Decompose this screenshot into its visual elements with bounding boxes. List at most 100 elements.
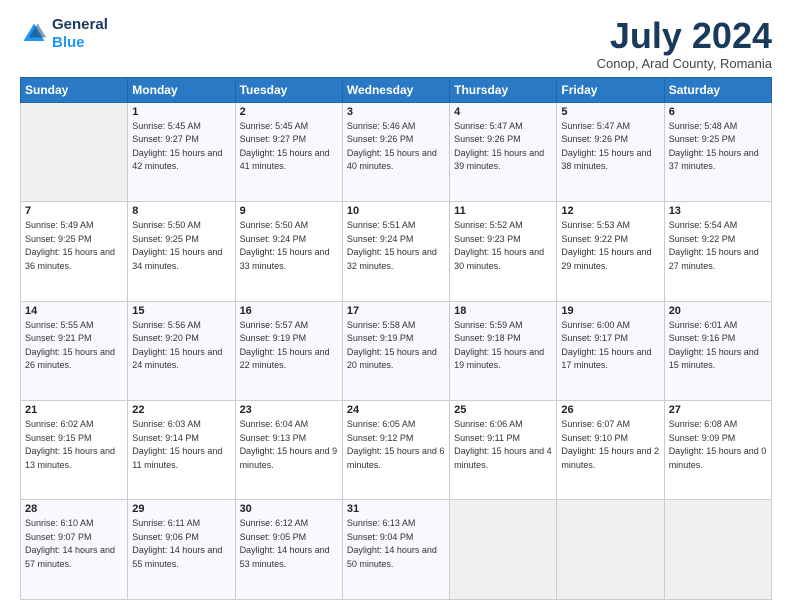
logo-line2: Blue [52, 34, 85, 51]
day-number: 4 [454, 106, 552, 118]
calendar-cell: 23 Sunrise: 6:04 AMSunset: 9:13 PMDayligh… [235, 401, 342, 500]
weekday-header: Thursday [450, 77, 557, 102]
day-info: Sunrise: 5:55 AMSunset: 9:21 PMDaylight:… [25, 319, 123, 373]
day-info: Sunrise: 5:50 AMSunset: 9:24 PMDaylight:… [240, 219, 338, 273]
day-number: 13 [669, 205, 767, 217]
day-number: 27 [669, 404, 767, 416]
calendar-cell: 17 Sunrise: 5:58 AMSunset: 9:19 PMDayligh… [342, 301, 449, 400]
day-number: 20 [669, 305, 767, 317]
calendar-cell: 19Sunrise: 6:00 AMSunset: 9:17 PMDayligh… [557, 301, 664, 400]
calendar-cell [450, 500, 557, 600]
calendar-cell: 28 Sunrise: 6:10 AMSunset: 9:07 PMDayligh… [21, 500, 128, 600]
weekday-header: Sunday [21, 77, 128, 102]
day-info: Sunrise: 6:10 AMSunset: 9:07 PMDaylight:… [25, 517, 123, 571]
day-info: Sunrise: 5:58 AMSunset: 9:19 PMDaylight:… [347, 319, 445, 373]
calendar-cell: 30 Sunrise: 6:12 AMSunset: 9:05 PMDayligh… [235, 500, 342, 600]
day-number: 10 [347, 205, 445, 217]
day-info: Sunrise: 6:04 AMSunset: 9:13 PMDaylight:… [240, 418, 338, 472]
day-number: 16 [240, 305, 338, 317]
day-number: 6 [669, 106, 767, 118]
day-info: Sunrise: 5:46 AMSunset: 9:26 PMDaylight:… [347, 120, 445, 174]
weekday-header: Friday [557, 77, 664, 102]
day-number: 19 [561, 305, 659, 317]
day-number: 7 [25, 205, 123, 217]
day-number: 30 [240, 503, 338, 515]
weekday-header: Saturday [664, 77, 771, 102]
day-info: Sunrise: 5:50 AMSunset: 9:25 PMDaylight:… [132, 219, 230, 273]
day-info: Sunrise: 5:57 AMSunset: 9:19 PMDaylight:… [240, 319, 338, 373]
subtitle: Conop, Arad County, Romania [597, 56, 772, 71]
logo-text: General Blue [52, 16, 108, 52]
day-info: Sunrise: 5:54 AMSunset: 9:22 PMDaylight:… [669, 219, 767, 273]
day-info: Sunrise: 6:11 AMSunset: 9:06 PMDaylight:… [132, 517, 230, 571]
calendar-cell: 31 Sunrise: 6:13 AMSunset: 9:04 PMDayligh… [342, 500, 449, 600]
day-number: 15 [132, 305, 230, 317]
calendar-week-row: 1 Sunrise: 5:45 AMSunset: 9:27 PMDaylight… [21, 102, 772, 201]
day-info: Sunrise: 5:51 AMSunset: 9:24 PMDaylight:… [347, 219, 445, 273]
calendar-cell: 13 Sunrise: 5:54 AMSunset: 9:22 PMDayligh… [664, 202, 771, 301]
day-number: 14 [25, 305, 123, 317]
calendar-cell: 21Sunrise: 6:02 AMSunset: 9:15 PMDayligh… [21, 401, 128, 500]
calendar-header-row: SundayMondayTuesdayWednesdayThursdayFrid… [21, 77, 772, 102]
day-info: Sunrise: 6:13 AMSunset: 9:04 PMDaylight:… [347, 517, 445, 571]
day-info: Sunrise: 5:59 AMSunset: 9:18 PMDaylight:… [454, 319, 552, 373]
day-info: Sunrise: 6:12 AMSunset: 9:05 PMDaylight:… [240, 517, 338, 571]
calendar-week-row: 14 Sunrise: 5:55 AMSunset: 9:21 PMDayligh… [21, 301, 772, 400]
day-number: 5 [561, 106, 659, 118]
day-info: Sunrise: 5:52 AMSunset: 9:23 PMDaylight:… [454, 219, 552, 273]
day-info: Sunrise: 5:48 AMSunset: 9:25 PMDaylight:… [669, 120, 767, 174]
calendar-cell: 2 Sunrise: 5:45 AMSunset: 9:27 PMDaylight… [235, 102, 342, 201]
day-number: 23 [240, 404, 338, 416]
calendar-cell [557, 500, 664, 600]
day-number: 1 [132, 106, 230, 118]
calendar-cell: 4Sunrise: 5:47 AMSunset: 9:26 PMDaylight… [450, 102, 557, 201]
day-number: 24 [347, 404, 445, 416]
calendar-cell: 3Sunrise: 5:46 AMSunset: 9:26 PMDaylight… [342, 102, 449, 201]
day-info: Sunrise: 5:45 AMSunset: 9:27 PMDaylight:… [132, 120, 230, 174]
day-number: 8 [132, 205, 230, 217]
day-number: 12 [561, 205, 659, 217]
calendar-cell: 6 Sunrise: 5:48 AMSunset: 9:25 PMDaylight… [664, 102, 771, 201]
day-info: Sunrise: 5:49 AMSunset: 9:25 PMDaylight:… [25, 219, 123, 273]
day-number: 17 [347, 305, 445, 317]
calendar-cell: 1 Sunrise: 5:45 AMSunset: 9:27 PMDaylight… [128, 102, 235, 201]
day-number: 31 [347, 503, 445, 515]
calendar-cell: 9Sunrise: 5:50 AMSunset: 9:24 PMDaylight… [235, 202, 342, 301]
calendar-cell: 10 Sunrise: 5:51 AMSunset: 9:24 PMDayligh… [342, 202, 449, 301]
page: General Blue July 2024 Conop, Arad Count… [0, 0, 792, 612]
day-number: 26 [561, 404, 659, 416]
calendar-week-row: 28 Sunrise: 6:10 AMSunset: 9:07 PMDayligh… [21, 500, 772, 600]
day-number: 11 [454, 205, 552, 217]
day-info: Sunrise: 6:07 AMSunset: 9:10 PMDaylight:… [561, 418, 659, 472]
calendar-cell: 11 Sunrise: 5:52 AMSunset: 9:23 PMDayligh… [450, 202, 557, 301]
calendar-cell: 7 Sunrise: 5:49 AMSunset: 9:25 PMDaylight… [21, 202, 128, 301]
calendar-cell: 15 Sunrise: 5:56 AMSunset: 9:20 PMDayligh… [128, 301, 235, 400]
calendar-cell: 16 Sunrise: 5:57 AMSunset: 9:19 PMDayligh… [235, 301, 342, 400]
day-info: Sunrise: 6:05 AMSunset: 9:12 PMDaylight:… [347, 418, 445, 472]
day-info: Sunrise: 5:56 AMSunset: 9:20 PMDaylight:… [132, 319, 230, 373]
weekday-header: Monday [128, 77, 235, 102]
title-block: July 2024 Conop, Arad County, Romania [597, 16, 772, 71]
main-title: July 2024 [597, 16, 772, 56]
day-info: Sunrise: 5:45 AMSunset: 9:27 PMDaylight:… [240, 120, 338, 174]
logo: General Blue [20, 16, 108, 52]
day-number: 21 [25, 404, 123, 416]
logo-icon [20, 20, 48, 48]
calendar-table: SundayMondayTuesdayWednesdayThursdayFrid… [20, 77, 772, 600]
day-number: 22 [132, 404, 230, 416]
calendar-cell [21, 102, 128, 201]
calendar-week-row: 7 Sunrise: 5:49 AMSunset: 9:25 PMDaylight… [21, 202, 772, 301]
day-info: Sunrise: 6:06 AMSunset: 9:11 PMDaylight:… [454, 418, 552, 472]
calendar-cell: 20Sunrise: 6:01 AMSunset: 9:16 PMDayligh… [664, 301, 771, 400]
header: General Blue July 2024 Conop, Arad Count… [20, 16, 772, 71]
calendar-cell: 5Sunrise: 5:47 AMSunset: 9:26 PMDaylight… [557, 102, 664, 201]
calendar-cell [664, 500, 771, 600]
calendar-cell: 24 Sunrise: 6:05 AMSunset: 9:12 PMDayligh… [342, 401, 449, 500]
calendar-cell: 12Sunrise: 5:53 AMSunset: 9:22 PMDayligh… [557, 202, 664, 301]
day-number: 28 [25, 503, 123, 515]
day-number: 29 [132, 503, 230, 515]
calendar-cell: 27Sunrise: 6:08 AMSunset: 9:09 PMDayligh… [664, 401, 771, 500]
calendar-cell: 8 Sunrise: 5:50 AMSunset: 9:25 PMDaylight… [128, 202, 235, 301]
day-number: 25 [454, 404, 552, 416]
day-number: 2 [240, 106, 338, 118]
